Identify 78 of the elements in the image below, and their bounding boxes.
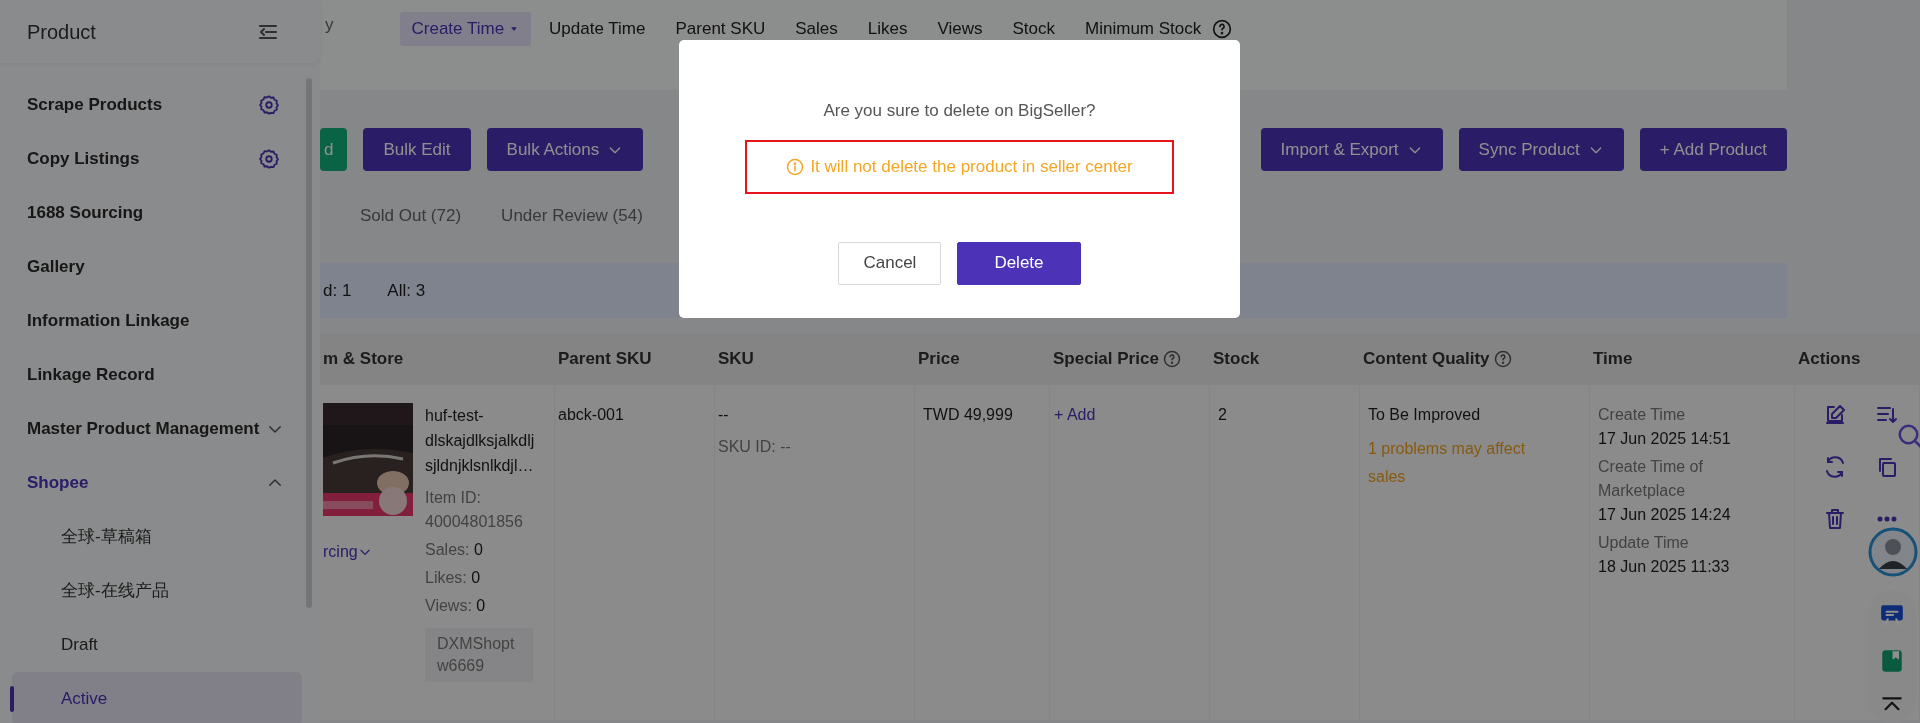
sidebar-title: Product <box>27 19 96 45</box>
summary-count: All: 3 <box>387 279 426 302</box>
book-icon[interactable] <box>1879 648 1905 674</box>
help-icon <box>1493 350 1512 368</box>
time-label: Create Time of Marketplace <box>1598 457 1704 501</box>
toolbar-button[interactable]: Bulk Edit <box>363 128 471 171</box>
sidebar-item[interactable]: Scrape Products <box>0 78 302 132</box>
sort-option[interactable]: Stock <box>1000 12 1068 46</box>
time-value: 17 Jun 2025 14:51 <box>1598 429 1732 449</box>
time-label: Create Time <box>1598 405 1687 425</box>
status-tab[interactable]: Sold Out (72) <box>360 198 462 236</box>
store-tag: DXMShoptw6669 <box>425 628 533 682</box>
sort-option[interactable]: Likes <box>855 12 920 46</box>
delete-icon[interactable] <box>1823 507 1847 531</box>
time-value: 17 Jun 2025 14:24 <box>1598 505 1732 525</box>
sort-option[interactable]: Update Time <box>537 12 658 46</box>
sidebar-item[interactable]: Linkage Record <box>0 348 302 402</box>
parent-sku: abck-001 <box>558 406 624 423</box>
time-label: Update Time <box>1598 533 1690 553</box>
column-header: SKU <box>718 348 754 371</box>
toolbar-button[interactable]: Import & Export <box>1260 128 1443 171</box>
dialog-message: Are you sure to delete on BigSeller? <box>823 100 1096 122</box>
status-tab[interactable]: Under Review (54) <box>501 198 643 236</box>
add-special-price-link[interactable]: + Add <box>1054 406 1096 423</box>
column-header: m & Store <box>323 348 404 371</box>
sort-option[interactable]: Parent SKU <box>663 12 778 46</box>
column-header: Price <box>918 348 960 371</box>
sidebar-subitem[interactable]: Active <box>12 672 302 723</box>
column-header: Special Price <box>1053 348 1159 371</box>
quality-note: 1 problems may affect sales <box>1368 439 1527 487</box>
sidebar-item[interactable]: Master Product Management <box>0 402 302 456</box>
item-id-value: 40004801856 <box>425 512 524 532</box>
chat-board-icon[interactable] <box>1879 602 1905 628</box>
sidebar-item[interactable]: Information Linkage <box>0 294 302 348</box>
product-name[interactable]: huf-test-dlskajdlksjalkdljsjldnjklsnlkdjl… <box>425 403 537 478</box>
product-stat: Likes: 0 <box>425 568 482 588</box>
product-stat: Views: 0 <box>425 596 487 616</box>
sort-option[interactable]: Sales <box>783 12 850 46</box>
help-icon <box>1162 350 1181 368</box>
sort-option[interactable]: Create Time <box>399 12 532 46</box>
sort-option[interactable]: Minimum Stock <box>1073 12 1245 46</box>
info-icon <box>786 157 805 176</box>
support-avatar[interactable] <box>1868 527 1918 577</box>
source-link[interactable]: rcing <box>323 540 413 564</box>
sort-option[interactable]: Views <box>925 12 995 46</box>
column-header: Stock <box>1213 348 1260 371</box>
toolbar-button[interactable]: Sync Product <box>1458 128 1624 171</box>
gear-icon[interactable] <box>258 94 280 116</box>
sidebar-subitem[interactable]: 全球-在线产品 <box>12 564 302 618</box>
toolbar-button[interactable]: Bulk Actions <box>486 128 644 171</box>
column-header: Content Quality <box>1363 348 1490 371</box>
stock: 2 <box>1218 406 1227 423</box>
sidebar-item[interactable]: Shopee <box>0 456 302 510</box>
time-value: 18 Jun 2025 11:33 <box>1598 557 1731 577</box>
sku-id: SKU ID: -- <box>718 437 792 457</box>
content-quality: To Be Improved <box>1368 405 1482 425</box>
item-id: Item ID: <box>425 488 482 508</box>
help-icon <box>1212 18 1233 39</box>
cancel-button[interactable]: Cancel <box>838 241 942 285</box>
sku: -- <box>718 405 730 425</box>
sync-icon[interactable] <box>1823 455 1847 479</box>
toolbar-button[interactable]: + Add Product <box>1639 128 1787 171</box>
product-stat: Sales: 0 <box>425 540 484 560</box>
delete-button[interactable]: Delete <box>957 241 1081 285</box>
summary-count: d: 1 <box>323 279 352 302</box>
warning-text: It will not delete the product in seller center <box>810 155 1133 178</box>
edit-icon[interactable] <box>1823 403 1847 427</box>
price: TWD 49,999 <box>923 406 1013 423</box>
column-header: Parent SKU <box>558 348 652 371</box>
sidebar-subitem[interactable]: 全球-草稿箱 <box>12 510 302 564</box>
sidebar-item[interactable]: Copy Listings <box>0 132 302 186</box>
column-header: Time <box>1593 348 1633 371</box>
gear-icon[interactable] <box>258 148 280 170</box>
sort-label: y <box>325 14 334 36</box>
sidebar-item[interactable]: 1688 Sourcing <box>0 186 302 240</box>
sidebar-subitem[interactable]: Draft <box>12 618 302 672</box>
column-header: Actions <box>1798 348 1861 371</box>
sidebar-item[interactable]: Gallery <box>0 240 302 294</box>
